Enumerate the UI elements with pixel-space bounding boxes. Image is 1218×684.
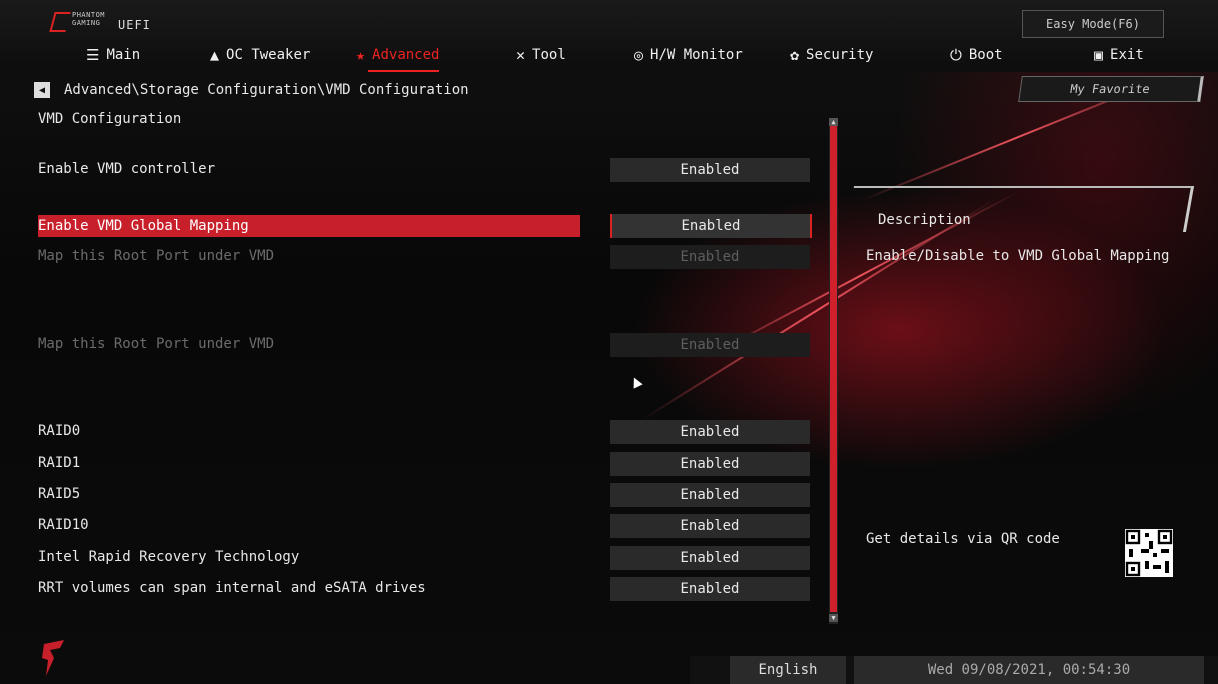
uefi-label: UEFI [118,18,151,32]
qr-caption: Get details via QR code [866,531,1060,547]
tab-oc-tweaker[interactable]: ▲ OC Tweaker [210,42,310,68]
tab-label: Boot [968,47,1003,63]
scrollbar-thumb[interactable] [830,126,837,612]
setting-value-raid0[interactable]: Enabled [610,420,810,444]
tab-label: H/W Monitor [650,47,743,63]
tab-label: Advanced [372,47,440,63]
setting-value-map-root-port-1: Enabled [610,245,810,269]
setting-label-intel-rrt[interactable]: Intel Rapid Recovery Technology [38,549,299,565]
tab-label: Security [806,47,874,63]
list-icon: ☰ [86,45,100,64]
tools-icon: ✕ [516,45,526,64]
tab-label: Tool [532,47,566,63]
back-arrow-icon[interactable]: ◀ [34,82,50,98]
setting-value-raid1[interactable]: Enabled [610,452,810,476]
tab-hw-monitor[interactable]: ◎ H/W Monitor [634,42,743,68]
setting-value-vmd-controller[interactable]: Enabled [610,158,810,182]
exit-icon: ▣ [1094,45,1104,64]
tab-exit[interactable]: ▣ Exit [1094,42,1144,68]
tab-label: OC Tweaker [226,47,311,63]
setting-label-map-root-port-1: Map this Root Port under VMD [38,248,275,264]
tab-tool[interactable]: ✕ Tool [516,42,566,68]
breadcrumb: ◀ Advanced\Storage Configuration\VMD Con… [34,82,469,98]
setting-value-map-root-port-2: Enabled [610,333,810,357]
tab-label: Exit [1110,47,1144,63]
datetime-display: Wed 09/08/2021, 00:54:30 [854,656,1204,684]
setting-label-raid5[interactable]: RAID5 [38,486,80,502]
my-favorite-label: My Favorite [1069,82,1151,96]
brand-mark-icon [49,12,71,32]
setting-label-raid1[interactable]: RAID1 [38,455,80,471]
power-icon: ⏻ [950,45,962,64]
main-nav: ☰ Main ▲ OC Tweaker ★ Advanced ✕ Tool ◎ … [0,42,1218,72]
tab-security[interactable]: ✿ Security [790,42,873,68]
monitor-icon: ◎ [634,45,644,64]
brand-footer-logo-icon [42,640,64,676]
tab-boot[interactable]: ⏻ Boot [950,42,1003,68]
setting-label-vmd-global-mapping[interactable]: Enable VMD Global Mapping [38,215,580,237]
language-button[interactable]: English [730,656,846,684]
rocket-icon: ▲ [210,45,220,64]
tab-label: Main [106,47,141,63]
my-favorite-button[interactable]: My Favorite [1018,76,1204,102]
brand-text: PHANTOM GAMING [72,11,105,27]
breadcrumb-path: Advanced\Storage Configuration\VMD Confi… [64,82,469,98]
brand-line2: GAMING [72,19,101,27]
scroll-up-icon[interactable]: ▲ [829,118,838,126]
setting-label-raid0[interactable]: RAID0 [38,423,80,439]
brand-logo: PHANTOM GAMING UEFI [49,10,162,34]
page-title: VMD Configuration [38,111,182,127]
brand-line1: PHANTOM [72,11,106,19]
tab-advanced[interactable]: ★ Advanced [356,42,440,72]
shield-icon: ✿ [790,45,800,64]
star-icon: ★ [356,45,366,64]
scroll-down-icon[interactable]: ▼ [829,614,838,622]
setting-value-raid5[interactable]: Enabled [610,483,810,507]
tab-main[interactable]: ☰ Main [86,42,140,68]
description-title: Description [878,212,971,228]
setting-value-vmd-global-mapping[interactable]: Enabled [610,214,812,238]
setting-label-vmd-controller[interactable]: Enable VMD controller [38,161,215,177]
setting-value-raid10[interactable]: Enabled [610,514,810,538]
setting-value-rrt-span[interactable]: Enabled [610,577,810,601]
setting-label-raid10[interactable]: RAID10 [38,517,89,533]
description-text: Enable/Disable to VMD Global Mapping [866,248,1170,264]
qr-code-icon [1125,529,1173,577]
easy-mode-button[interactable]: Easy Mode(F6) [1022,10,1164,38]
setting-label-map-root-port-2: Map this Root Port under VMD [38,336,275,352]
setting-label-rrt-span[interactable]: RRT volumes can span internal and eSATA … [38,580,426,596]
setting-value-intel-rrt[interactable]: Enabled [610,546,810,570]
